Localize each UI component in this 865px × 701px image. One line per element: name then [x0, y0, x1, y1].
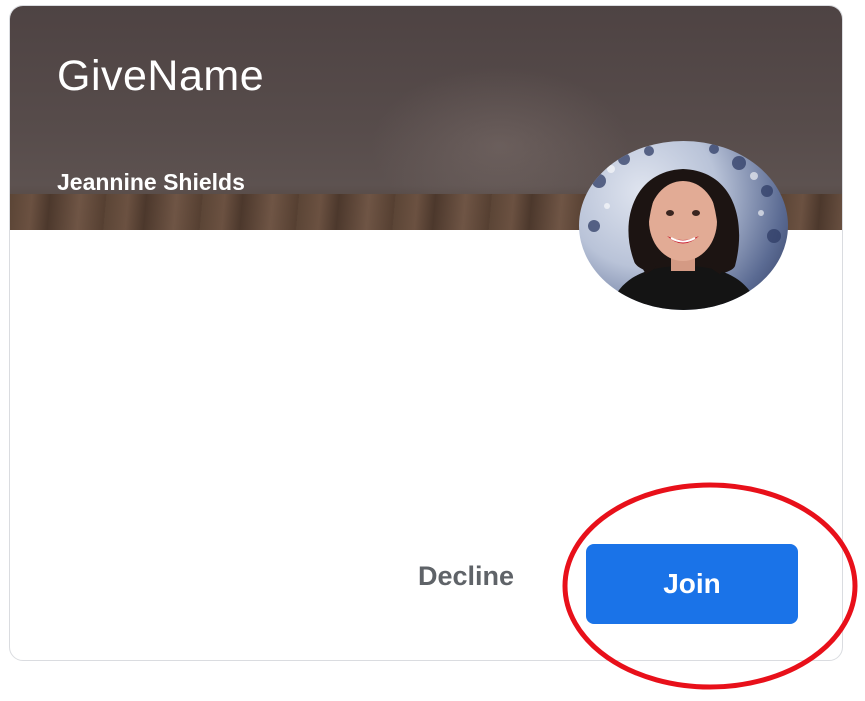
teacher-avatar-icon: [588, 144, 781, 310]
teacher-name: Jeannine Shields: [57, 169, 245, 195]
screenshot-stage: GiveName Jeannine Shields Decline Join: [0, 0, 865, 701]
decline-button[interactable]: Decline: [402, 553, 530, 600]
class-title[interactable]: GiveName: [57, 52, 264, 101]
teacher-avatar: [579, 141, 788, 310]
join-button[interactable]: Join: [586, 544, 798, 624]
